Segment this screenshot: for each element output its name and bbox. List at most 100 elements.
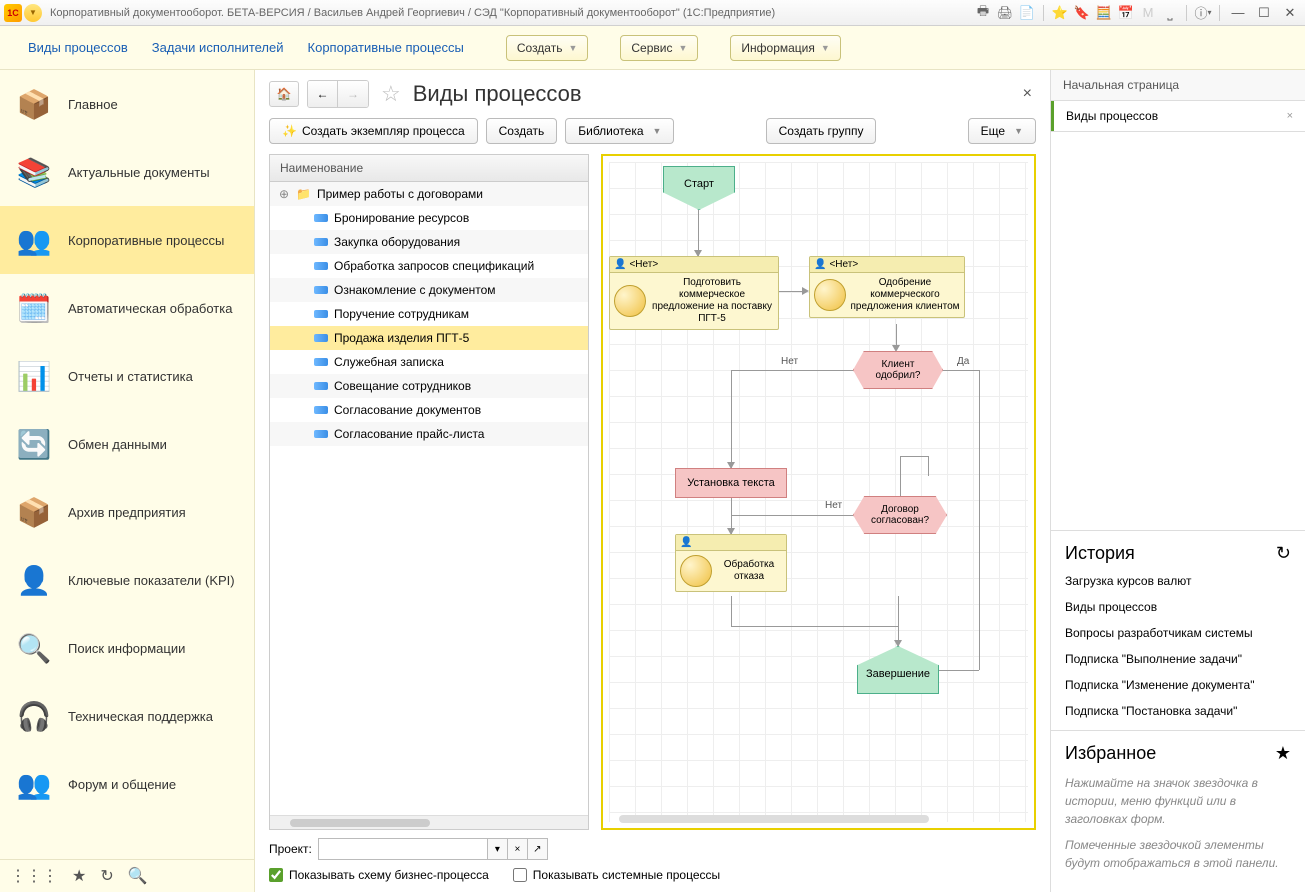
checkbox[interactable]: [513, 868, 527, 882]
nav-support[interactable]: 🎧Техническая поддержка: [0, 682, 254, 750]
process-tree-panel: Наименование ⊕📁Пример работы с договорам…: [269, 154, 589, 830]
history-item[interactable]: Подписка "Изменение документа": [1065, 678, 1291, 692]
folder-icon: 📁: [296, 187, 311, 201]
star-icon[interactable]: ★: [1275, 743, 1291, 764]
checkbox[interactable]: [269, 868, 283, 882]
nav-documents[interactable]: 📚Актуальные документы: [0, 138, 254, 206]
page-title: Виды процессов: [413, 81, 1011, 107]
history-icon[interactable]: ↻: [1276, 543, 1291, 564]
show-system-checkbox[interactable]: Показывать системные процессы: [513, 868, 720, 882]
m-icon[interactable]: M: [1139, 4, 1157, 22]
create-button[interactable]: Создать: [486, 118, 558, 144]
nav-auto-processing[interactable]: 🗓️Автоматическая обработка: [0, 274, 254, 342]
create-instance-button[interactable]: ✨Создать экземпляр процесса: [269, 118, 478, 144]
diagram-task-node[interactable]: 👤 Обработка отказа: [675, 534, 787, 592]
menu-corp-processes[interactable]: Корпоративные процессы: [298, 34, 474, 61]
create-dropdown-button[interactable]: Создать▼: [506, 35, 589, 61]
tree-column-header[interactable]: Наименование: [270, 155, 588, 182]
search-icon[interactable]: 🔍: [128, 866, 148, 886]
close-icon[interactable]: ×: [1287, 110, 1293, 122]
calendar-icon[interactable]: 📅: [1117, 4, 1135, 22]
user-icon: 👤: [614, 259, 626, 270]
tab-home-page[interactable]: Начальная страница: [1051, 70, 1305, 101]
project-dropdown-button[interactable]: ▾: [488, 838, 508, 860]
project-clear-button[interactable]: ×: [508, 838, 528, 860]
create-group-button[interactable]: Создать группу: [766, 118, 877, 144]
tree-horizontal-scrollbar[interactable]: [270, 815, 588, 829]
expand-icon[interactable]: ⊕: [278, 187, 290, 201]
nav-forum[interactable]: 👥Форум и общение: [0, 750, 254, 818]
collapse-icon[interactable]: ⎵: [1161, 4, 1179, 22]
history-item[interactable]: Подписка "Постановка задачи": [1065, 704, 1291, 718]
maximize-button[interactable]: ☐: [1253, 4, 1275, 22]
library-dropdown-button[interactable]: Библиотека▼: [565, 118, 674, 144]
nav-kpi[interactable]: 👤Ключевые показатели (KPI): [0, 546, 254, 614]
info-dropdown-button[interactable]: Информация▼: [730, 35, 840, 61]
history-item[interactable]: Виды процессов: [1065, 600, 1291, 614]
tree-row[interactable]: Совещание сотрудников: [270, 374, 588, 398]
process-diagram-panel[interactable]: Старт 👤<Нет> Подготовить коммерческое пр…: [601, 154, 1036, 830]
arrow-head-icon: [802, 287, 809, 295]
history-item[interactable]: Подписка "Выполнение задачи": [1065, 652, 1291, 666]
nav-reports[interactable]: 📊Отчеты и статистика: [0, 342, 254, 410]
project-open-button[interactable]: ↗: [528, 838, 548, 860]
history-item[interactable]: Вопросы разработчикам системы: [1065, 626, 1291, 640]
print-preview-icon[interactable]: 🖶: [974, 4, 992, 22]
history-item[interactable]: Загрузка курсов валют: [1065, 574, 1291, 588]
diagram-task-node[interactable]: 👤<Нет> Одобрение коммерческого предложен…: [809, 256, 965, 318]
diagram-connector: [731, 515, 853, 516]
nav-archive[interactable]: 📦Архив предприятия: [0, 478, 254, 546]
diagram-action-node[interactable]: Установка текста: [675, 468, 787, 498]
show-scheme-checkbox[interactable]: Показывать схему бизнес-процесса: [269, 868, 489, 882]
star-icon[interactable]: ★: [72, 866, 86, 886]
tree-row[interactable]: Согласование прайс-листа: [270, 422, 588, 446]
more-dropdown-button[interactable]: Еще▼: [968, 118, 1036, 144]
tree-row[interactable]: Ознакомление с документом: [270, 278, 588, 302]
document-icon[interactable]: 📄: [1018, 4, 1036, 22]
user-icon: 👤: [680, 537, 692, 548]
scrollbar-thumb[interactable]: [619, 815, 929, 823]
diagram-horizontal-scrollbar[interactable]: [613, 815, 1024, 825]
tree-row[interactable]: Поручение сотрудникам: [270, 302, 588, 326]
app-menu-dropdown[interactable]: ▼: [24, 4, 42, 22]
apps-icon[interactable]: ⋮⋮⋮: [10, 866, 58, 886]
tree-row[interactable]: Закупка оборудования: [270, 230, 588, 254]
tree-row[interactable]: Служебная записка: [270, 350, 588, 374]
nav-corp-processes[interactable]: 👥Корпоративные процессы: [0, 206, 254, 274]
history-icon[interactable]: ↻: [100, 866, 113, 886]
diagram-decision-node[interactable]: Договор согласован?: [853, 496, 947, 534]
favorites-title: Избранное: [1065, 743, 1156, 764]
tree-row[interactable]: Обработка запросов спецификаций: [270, 254, 588, 278]
menu-process-types[interactable]: Виды процессов: [18, 34, 138, 61]
bookmark-icon[interactable]: 🔖: [1073, 4, 1091, 22]
forward-button[interactable]: →: [338, 81, 368, 107]
service-dropdown-button[interactable]: Сервис▼: [620, 35, 698, 61]
scrollbar-thumb[interactable]: [290, 819, 430, 827]
home-button[interactable]: 🏠: [269, 81, 299, 107]
process-icon: [314, 238, 328, 246]
tab-process-types[interactable]: Виды процессов×: [1051, 101, 1305, 131]
close-window-button[interactable]: ✕: [1279, 4, 1301, 22]
close-tab-button[interactable]: ×: [1019, 81, 1036, 107]
tree-row[interactable]: Согласование документов: [270, 398, 588, 422]
minimize-button[interactable]: —: [1227, 4, 1249, 22]
nav-search[interactable]: 🔍Поиск информации: [0, 614, 254, 682]
calculator-icon[interactable]: 🧮: [1095, 4, 1113, 22]
print-icon[interactable]: 🖨: [996, 4, 1014, 22]
tree-row-selected[interactable]: Продажа изделия ПГТ-5: [270, 326, 588, 350]
tree-row-folder[interactable]: ⊕📁Пример работы с договорами: [270, 182, 588, 206]
favorite-star-button[interactable]: ☆: [381, 81, 401, 107]
diagram-label-no: Нет: [781, 356, 798, 367]
project-input[interactable]: [318, 838, 488, 860]
favorite-icon[interactable]: ⭐: [1051, 4, 1069, 22]
nav-exchange[interactable]: 🔄Обмен данными: [0, 410, 254, 478]
back-button[interactable]: ←: [308, 81, 338, 107]
nav-main[interactable]: 📦Главное: [0, 70, 254, 138]
cube-icon: 📦: [14, 84, 54, 124]
tree-row[interactable]: Бронирование ресурсов: [270, 206, 588, 230]
menu-tasks[interactable]: Задачи исполнителей: [142, 34, 294, 61]
separator: [1219, 5, 1220, 21]
diagram-decision-node[interactable]: Клиент одобрил?: [853, 351, 943, 389]
info-icon[interactable]: ⓘ▾: [1194, 4, 1212, 22]
diagram-task-node[interactable]: 👤<Нет> Подготовить коммерческое предложе…: [609, 256, 779, 330]
